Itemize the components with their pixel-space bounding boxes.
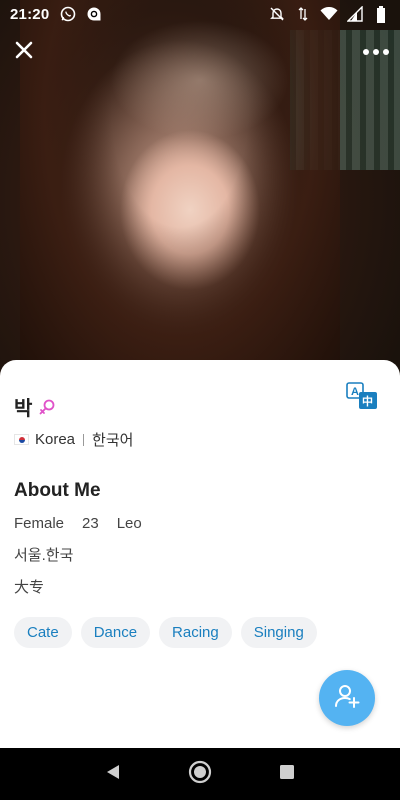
status-time: 21:20 (10, 5, 50, 23)
zodiac-value: Leo (116, 515, 142, 532)
add-friend-button[interactable] (319, 670, 375, 726)
status-bar: 21:20 (0, 0, 400, 28)
profile-name: 박 (14, 398, 33, 420)
korea-flag-icon (14, 434, 29, 445)
recents-square-icon (278, 763, 296, 786)
interest-tag[interactable]: Dance (80, 617, 151, 648)
notifications-off-icon (268, 5, 286, 23)
education-value: 大专 (14, 579, 45, 596)
gender-value: Female (14, 515, 65, 532)
profile-photo[interactable] (0, 0, 400, 380)
interest-tag[interactable]: Singing (240, 617, 317, 648)
about-attributes: Female 23 Leo (14, 515, 142, 532)
signal-icon (346, 5, 364, 23)
nav-home-button[interactable] (184, 758, 216, 790)
location-row: Korea 한국어 (14, 429, 133, 450)
wifi-icon (320, 5, 338, 23)
system-nav-bar (0, 748, 400, 800)
translate-icon: A 中 (346, 382, 378, 414)
more-options-button[interactable] (360, 36, 392, 68)
translate-button[interactable]: A 中 (346, 382, 378, 410)
age-value: 23 (82, 515, 99, 532)
interest-tag[interactable]: Racing (159, 617, 232, 648)
svg-text:A: A (351, 386, 359, 398)
interest-tag[interactable]: Cate (14, 617, 72, 648)
chat-bubble-icon (85, 5, 103, 23)
back-triangle-icon (104, 763, 122, 786)
more-horizontal-icon (362, 43, 390, 61)
close-button[interactable] (8, 36, 40, 68)
data-arrows-icon (294, 5, 312, 23)
svg-text:中: 中 (362, 394, 373, 408)
country-label: Korea (35, 431, 76, 448)
divider (83, 433, 85, 446)
home-circle-icon (187, 759, 213, 790)
name-row: 박 (14, 392, 56, 421)
language-label: 한국어 (92, 432, 134, 449)
battery-icon (372, 5, 390, 23)
city-value: 서울.한국 (14, 547, 74, 564)
nav-back-button[interactable] (97, 758, 129, 790)
interest-tags: Cate Dance Racing Singing (14, 617, 317, 648)
nav-recents-button[interactable] (271, 758, 303, 790)
about-me-heading: About Me (14, 480, 101, 501)
add-friend-icon (333, 682, 361, 715)
close-icon (14, 40, 34, 65)
whatsapp-icon (59, 5, 77, 23)
female-symbol-icon (38, 398, 56, 416)
photo-light (110, 20, 290, 140)
